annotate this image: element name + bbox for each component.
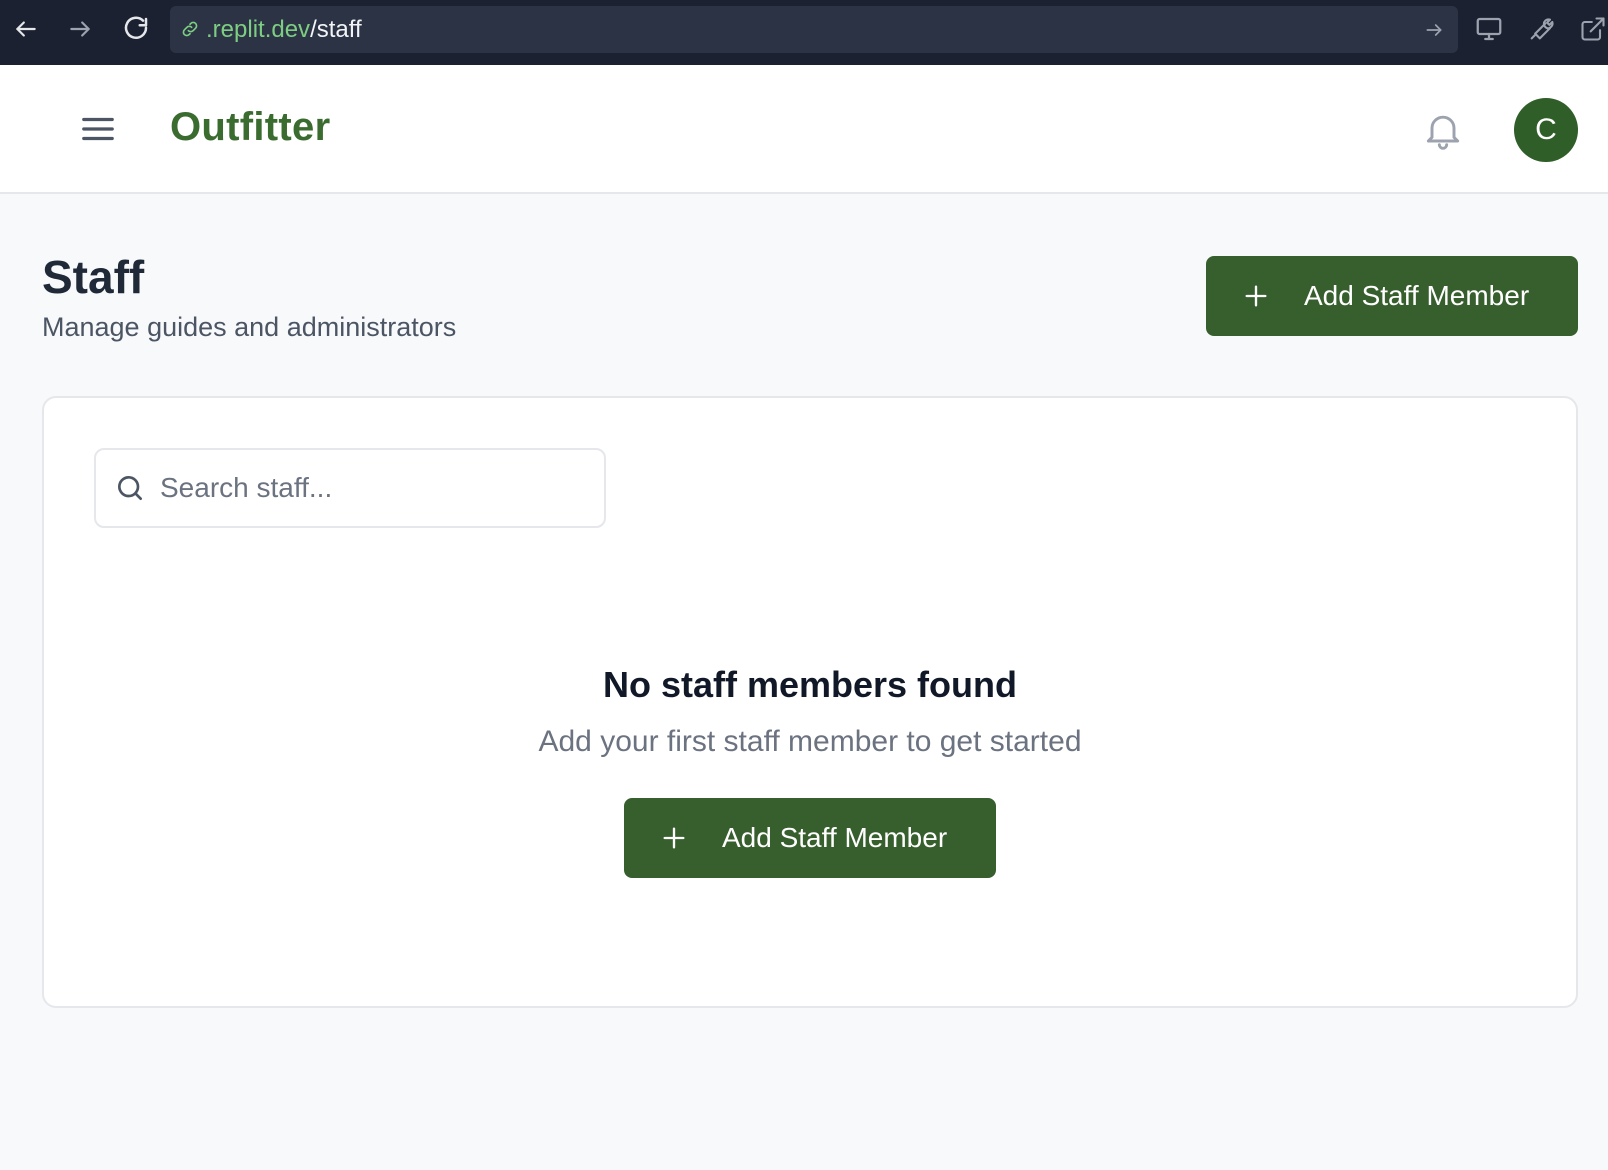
- page-title: Staff: [42, 251, 145, 303]
- devtools-button[interactable]: [1524, 12, 1558, 46]
- app-header: Outfitter C: [0, 65, 1608, 194]
- open-new-tab-button[interactable]: [1576, 12, 1608, 46]
- staff-card: No staff members found Add your first st…: [42, 396, 1578, 1008]
- url-text: .replit.dev/staff: [206, 17, 362, 43]
- url-domain: .replit.dev: [206, 16, 311, 43]
- plus-icon: [663, 827, 685, 849]
- wrench-icon: [1530, 18, 1554, 40]
- monitor-icon: [1476, 17, 1502, 41]
- page-subtitle: Manage guides and administrators: [42, 312, 457, 342]
- search-box[interactable]: [94, 448, 606, 528]
- browser-toolbar: .replit.dev/staff: [0, 0, 1608, 65]
- user-avatar[interactable]: C: [1514, 98, 1578, 162]
- arrow-right-icon: [70, 21, 90, 37]
- external-link-icon: [1581, 17, 1605, 41]
- devices-button[interactable]: [1472, 12, 1506, 46]
- reload-button[interactable]: [118, 10, 154, 48]
- reload-icon: [124, 16, 148, 40]
- forward-button[interactable]: [62, 10, 98, 48]
- empty-state-add-staff-label: Add Staff Member: [722, 822, 948, 853]
- hamburger-menu-icon: [82, 117, 114, 141]
- arrow-left-icon: [16, 21, 36, 37]
- go-arrow-icon[interactable]: [1424, 20, 1444, 40]
- empty-state-description: Add your first staff member to get start…: [538, 725, 1082, 758]
- address-bar[interactable]: .replit.dev/staff: [170, 6, 1458, 53]
- brand-logo[interactable]: Outfitter: [170, 105, 330, 150]
- empty-state-add-staff-button[interactable]: Add Staff Member: [624, 798, 996, 878]
- url-path: /staff: [310, 16, 362, 43]
- plus-icon: [1245, 285, 1267, 307]
- back-button[interactable]: [8, 10, 44, 48]
- notifications-button[interactable]: [1418, 104, 1468, 156]
- empty-state-title: No staff members found: [602, 664, 1018, 705]
- bell-icon: [1426, 115, 1460, 150]
- add-staff-member-button[interactable]: Add Staff Member: [1206, 256, 1578, 336]
- menu-button[interactable]: [76, 107, 120, 151]
- add-staff-member-label: Add Staff Member: [1304, 280, 1530, 311]
- search-input[interactable]: [160, 452, 590, 524]
- link-icon: [182, 21, 198, 37]
- search-icon: [117, 476, 142, 500]
